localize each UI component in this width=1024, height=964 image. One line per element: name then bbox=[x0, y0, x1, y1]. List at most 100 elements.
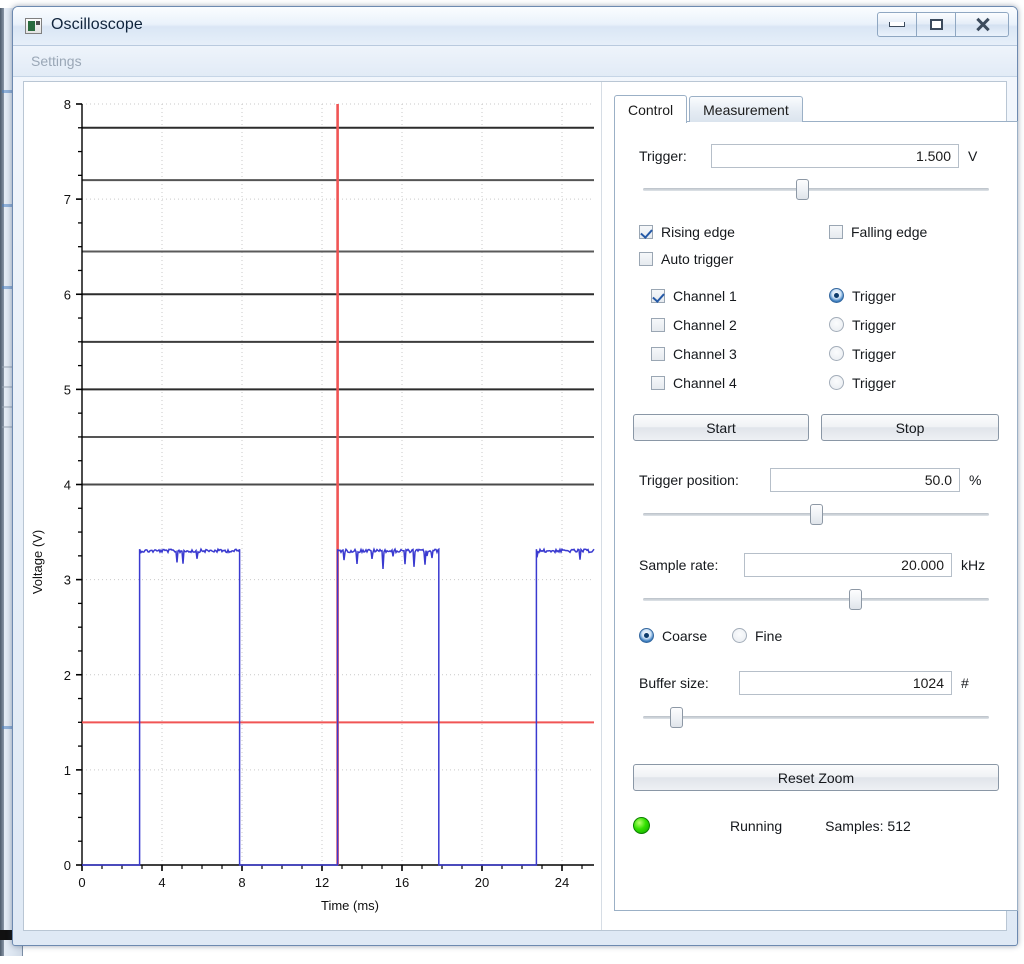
channel-1-label: Channel 1 bbox=[673, 287, 737, 304]
tab-strip: Control Measurement bbox=[614, 95, 1018, 123]
waveform-plot[interactable]: 0 1 2 3 4 5 6 7 8 0 4 8 12 16 20 24 Voltage (V) Time (m… bbox=[24, 82, 602, 930]
svg-text:1: 1 bbox=[64, 763, 71, 778]
trigger-position-unit: % bbox=[969, 472, 982, 488]
svg-text:7: 7 bbox=[64, 192, 71, 207]
falling-edge-checkbox[interactable] bbox=[829, 225, 843, 239]
stop-button[interactable]: Stop bbox=[821, 414, 999, 441]
sample-rate-row: Sample rate: 20.000 kHz bbox=[639, 553, 999, 577]
channel-1-trigger-label: Trigger bbox=[852, 287, 896, 304]
trigger-input[interactable]: 1.500 bbox=[711, 144, 959, 168]
minimize-button[interactable] bbox=[877, 12, 917, 37]
fine-radio[interactable] bbox=[732, 628, 747, 643]
status-state-label: Running bbox=[730, 817, 783, 834]
channel-1-checkbox[interactable] bbox=[651, 288, 665, 303]
rising-edge-checkbox-row[interactable]: Rising edge bbox=[639, 225, 829, 239]
reset-zoom-button[interactable]: Reset Zoom bbox=[633, 764, 999, 791]
fine-radio-row[interactable]: Fine bbox=[732, 628, 782, 643]
sample-rate-slider-thumb[interactable] bbox=[849, 589, 863, 610]
channel-1-trigger-radio-row[interactable]: Trigger bbox=[829, 288, 896, 303]
coarse-radio-row[interactable]: Coarse bbox=[639, 628, 732, 643]
buffer-size-row: Buffer size: 1024 # bbox=[639, 671, 999, 695]
channel-3-checkbox-row[interactable]: Channel 3 bbox=[651, 345, 829, 362]
buffer-size-slider[interactable] bbox=[643, 706, 989, 728]
channel-1-trigger-radio[interactable] bbox=[829, 288, 844, 303]
tab-control[interactable]: Control bbox=[614, 95, 688, 123]
channel-4-checkbox[interactable] bbox=[651, 375, 665, 390]
tab-control-label: Control bbox=[628, 101, 674, 118]
trigger-slider-track[interactable] bbox=[643, 188, 989, 191]
desktop-background: Oscilloscope Settings 0 1 2 3 4 5 6 7 8 … bbox=[0, 0, 1024, 964]
x-axis-label: Time (ms) bbox=[321, 898, 379, 913]
y-axis-label: Voltage (V) bbox=[30, 530, 45, 594]
svg-text:24: 24 bbox=[555, 875, 569, 890]
sample-rate-unit: kHz bbox=[961, 557, 986, 573]
falling-edge-label: Falling edge bbox=[851, 224, 928, 240]
menu-bar: Settings bbox=[13, 46, 1017, 77]
control-tab-page: Trigger: 1.500 V Rising edge Falling edg… bbox=[614, 121, 1018, 911]
channel-3-checkbox[interactable] bbox=[651, 346, 665, 361]
close-button[interactable] bbox=[956, 12, 1009, 37]
plot-canvas[interactable]: 0123456780 4 8 12 16 20 24 Voltage (V) Time (m… bbox=[24, 82, 602, 930]
control-panel: Control Measurement Trigger: 1.500 V Ris… bbox=[602, 82, 1024, 930]
fine-label: Fine bbox=[755, 627, 783, 644]
trigger-slider[interactable] bbox=[643, 178, 989, 200]
sample-rate-slider[interactable] bbox=[643, 588, 989, 610]
channel-3-trigger-label: Trigger bbox=[852, 345, 896, 362]
channel-4-trigger-radio[interactable] bbox=[829, 375, 844, 390]
trigger-position-row: Trigger position: 50.0 % bbox=[639, 468, 999, 492]
buffer-size-input[interactable]: 1024 bbox=[739, 671, 952, 695]
svg-text:20: 20 bbox=[475, 875, 489, 890]
svg-text:8: 8 bbox=[238, 875, 245, 890]
transport-buttons: Start Stop bbox=[633, 414, 999, 441]
coarse-label: Coarse bbox=[662, 627, 708, 644]
tab-measurement-label: Measurement bbox=[703, 101, 789, 118]
close-icon bbox=[975, 17, 990, 32]
trigger-slider-thumb[interactable] bbox=[796, 179, 810, 200]
auto-trigger-checkbox-row[interactable]: Auto trigger bbox=[639, 252, 999, 266]
channel-1-checkbox-row[interactable]: Channel 1 bbox=[651, 287, 829, 304]
svg-text:8: 8 bbox=[64, 97, 71, 112]
channel-list: Channel 1 Trigger Channel 2 Trigger Chan… bbox=[633, 288, 999, 390]
svg-text:0: 0 bbox=[78, 875, 85, 890]
title-bar: Oscilloscope bbox=[13, 7, 1017, 46]
channel-3-trigger-radio[interactable] bbox=[829, 346, 844, 361]
auto-trigger-checkbox[interactable] bbox=[639, 252, 653, 266]
buffer-size-slider-track[interactable] bbox=[643, 716, 989, 719]
status-bar: Running Samples: 512 bbox=[633, 817, 999, 834]
channel-2-checkbox-row[interactable]: Channel 2 bbox=[651, 316, 829, 333]
client-area: 0 1 2 3 4 5 6 7 8 0 4 8 12 16 20 24 Voltage (V) Time (m… bbox=[23, 81, 1018, 931]
channel-2-trigger-radio-row[interactable]: Trigger bbox=[829, 317, 896, 332]
trigger-position-slider-thumb[interactable] bbox=[809, 504, 823, 525]
channel-3-label: Channel 3 bbox=[673, 345, 737, 362]
svg-text:12: 12 bbox=[315, 875, 329, 890]
trigger-position-input[interactable]: 50.0 bbox=[770, 468, 960, 492]
svg-text:4: 4 bbox=[64, 478, 71, 493]
channel-4-trigger-radio-row[interactable]: Trigger bbox=[829, 375, 896, 390]
channel-row: Channel 4 Trigger bbox=[651, 375, 999, 390]
sample-rate-input[interactable]: 20.000 bbox=[744, 553, 952, 577]
start-button[interactable]: Start bbox=[633, 414, 809, 441]
granularity-row: Coarse Fine bbox=[639, 628, 999, 643]
channel-4-checkbox-row[interactable]: Channel 4 bbox=[651, 375, 829, 390]
background-window-edge bbox=[0, 8, 4, 956]
channel-2-trigger-radio[interactable] bbox=[829, 317, 844, 332]
window-controls bbox=[877, 12, 1009, 37]
menu-item-settings[interactable]: Settings bbox=[31, 53, 82, 69]
channel-2-checkbox[interactable] bbox=[651, 317, 665, 332]
buffer-size-slider-thumb[interactable] bbox=[669, 707, 683, 728]
auto-trigger-label: Auto trigger bbox=[661, 251, 734, 267]
channel-4-trigger-label: Trigger bbox=[852, 374, 896, 391]
trigger-position-slider[interactable] bbox=[643, 503, 989, 525]
coarse-radio[interactable] bbox=[639, 628, 654, 643]
svg-text:6: 6 bbox=[64, 287, 71, 302]
channel-row: Channel 2 Trigger bbox=[651, 317, 999, 332]
sample-rate-slider-track[interactable] bbox=[643, 598, 989, 601]
trigger-unit: V bbox=[968, 148, 978, 164]
maximize-button[interactable] bbox=[917, 12, 956, 37]
tab-measurement[interactable]: Measurement bbox=[689, 96, 803, 122]
oscilloscope-window: Oscilloscope Settings 0 1 2 3 4 5 6 7 8 … bbox=[12, 6, 1018, 946]
channel-3-trigger-radio-row[interactable]: Trigger bbox=[829, 346, 896, 361]
falling-edge-checkbox-row[interactable]: Falling edge bbox=[829, 225, 927, 239]
channel-2-label: Channel 2 bbox=[673, 316, 737, 333]
rising-edge-checkbox[interactable] bbox=[639, 225, 653, 239]
